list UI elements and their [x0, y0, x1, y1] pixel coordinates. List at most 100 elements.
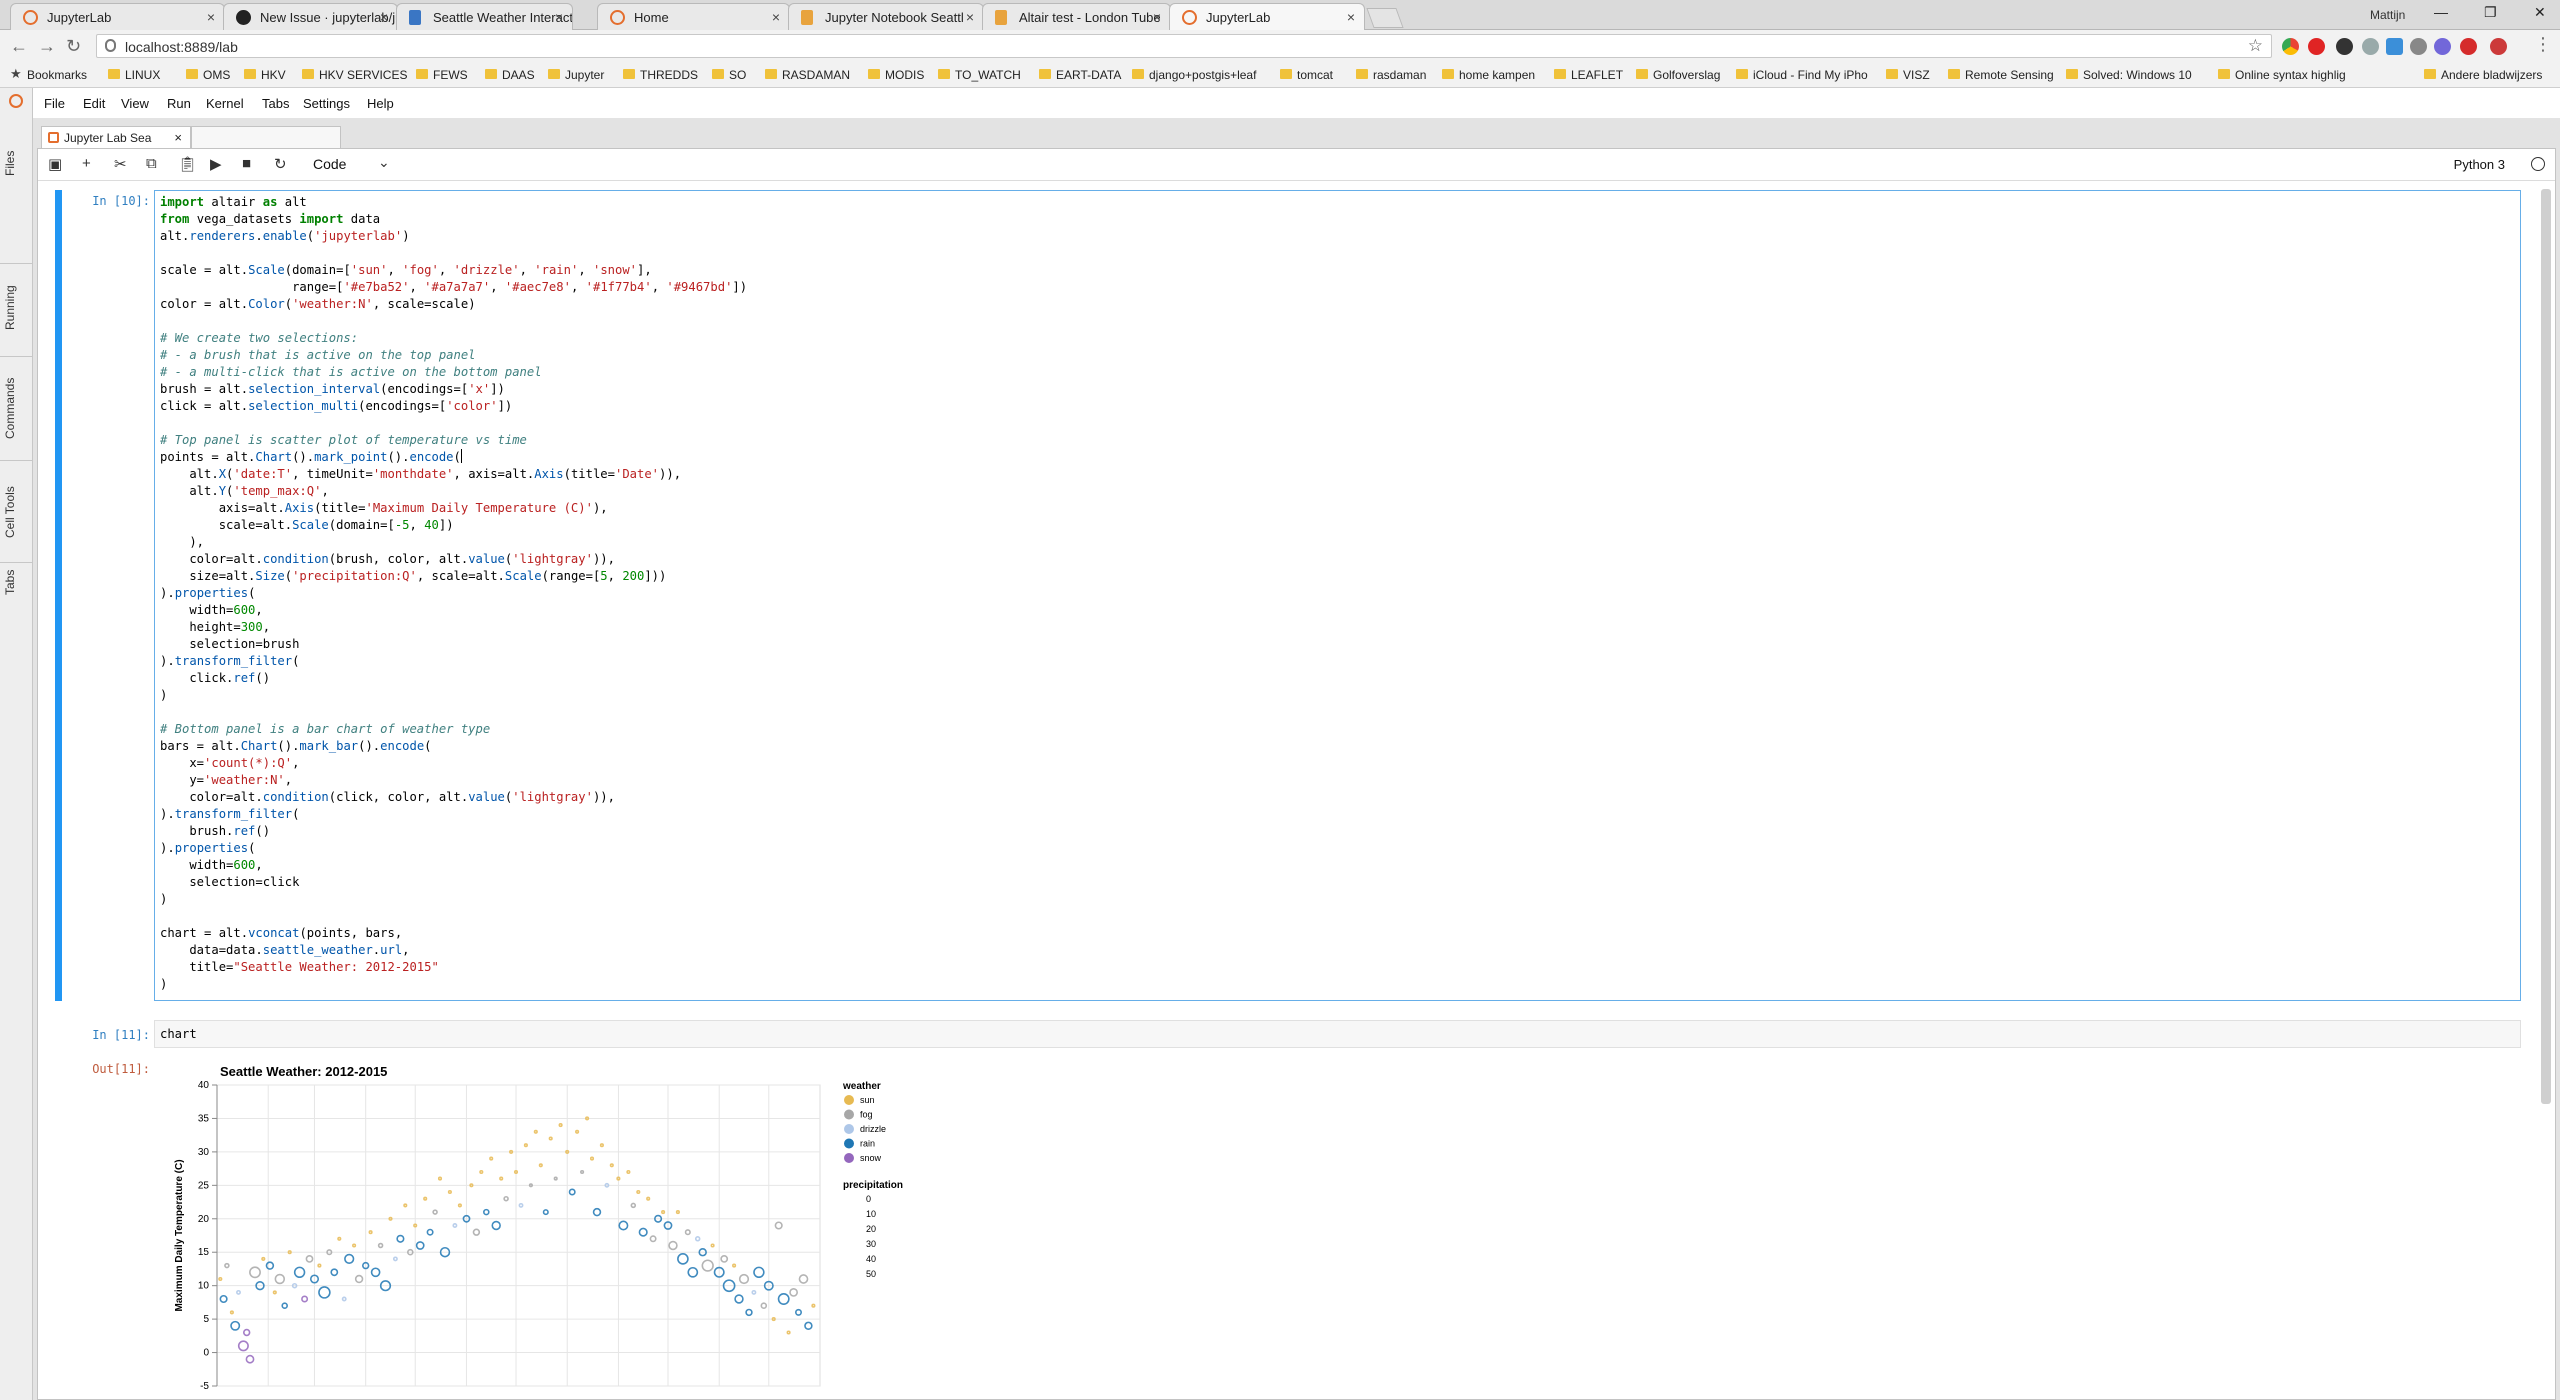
chart-point[interactable] [677, 1253, 689, 1265]
chart-point[interactable] [661, 1210, 666, 1215]
chart-point[interactable] [533, 1129, 538, 1134]
chart-point[interactable] [734, 1294, 744, 1304]
chart-point[interactable] [293, 1266, 306, 1279]
chart-point[interactable] [745, 1308, 753, 1317]
chart-point[interactable] [261, 1256, 266, 1261]
bookmark-item[interactable]: Golfoverslag [1636, 68, 1720, 82]
chart-point[interactable] [523, 1143, 528, 1148]
chart-point[interactable] [489, 1156, 494, 1161]
bookmark-item[interactable]: OMS [186, 68, 230, 82]
bookmark-item[interactable]: SO [712, 68, 746, 82]
scrollbar-thumb[interactable] [2541, 189, 2551, 1104]
chart-point[interactable] [317, 1263, 322, 1268]
bookmark-item[interactable]: rasdaman [1356, 68, 1426, 82]
scrollbar[interactable] [2539, 189, 2553, 1389]
close-window-icon[interactable]: ✕ [2534, 4, 2546, 21]
cell-type-select[interactable]: Code [313, 156, 346, 172]
chart-point[interactable] [491, 1220, 501, 1231]
chart-point[interactable] [403, 1203, 408, 1208]
chart-point[interactable] [265, 1261, 275, 1270]
chart-point[interactable] [218, 1276, 223, 1282]
kernel-name[interactable]: Python 3 [2454, 157, 2505, 172]
chart-point[interactable] [789, 1288, 798, 1297]
bookmark-item[interactable]: Jupyter [548, 68, 604, 82]
chart-legend[interactable]: weather sun fog drizzle rain snow precipitat… [842, 1081, 903, 1279]
bookmark-item[interactable]: django+postgis+leaf [1132, 68, 1256, 82]
chart-point[interactable] [630, 1202, 637, 1209]
chart-point[interactable] [684, 1229, 691, 1236]
chart-point[interactable] [224, 1262, 230, 1269]
sidebar-tab-running[interactable]: Running [3, 268, 29, 348]
menu-icon[interactable]: ⋮ [2534, 34, 2552, 55]
bookmark-item[interactable]: home kampen [1442, 68, 1535, 82]
minimize-icon[interactable]: — [2434, 4, 2448, 20]
bookmark-item[interactable]: HKV SERVICES [302, 68, 407, 82]
chart-point[interactable] [592, 1207, 602, 1217]
chart-point[interactable] [396, 1234, 405, 1243]
profile-name[interactable]: Mattijn [2370, 8, 2405, 22]
chart-point[interactable] [305, 1255, 314, 1263]
bookmark-star-icon[interactable]: ☆ [2248, 36, 2263, 56]
bookmark-item[interactable]: Solved: Windows 10 [2066, 68, 2192, 82]
extension-icon[interactable] [2434, 38, 2451, 55]
bookmark-item[interactable]: iCloud - Find My iPho [1736, 68, 1868, 82]
chart-point[interactable] [242, 1328, 251, 1337]
extension-new-icon[interactable] [2336, 38, 2353, 55]
chart-point[interactable] [795, 1308, 802, 1316]
chart-point[interactable] [415, 1241, 425, 1250]
chart-point[interactable] [368, 1230, 373, 1235]
restart-icon[interactable]: ↻ [274, 155, 287, 173]
chart-points[interactable] [218, 1116, 816, 1364]
chart-point[interactable] [392, 1256, 398, 1262]
chart-point[interactable] [710, 1243, 715, 1248]
chart-point[interactable] [553, 1176, 558, 1181]
close-icon[interactable]: × [966, 9, 974, 25]
extension-icon[interactable] [2460, 38, 2477, 55]
menu-tabs[interactable]: Tabs [262, 96, 289, 111]
chart-point[interactable] [538, 1163, 543, 1168]
chart-point[interactable] [230, 1320, 241, 1331]
chart-point[interactable] [354, 1274, 364, 1284]
chart-point[interactable] [599, 1143, 604, 1148]
stop-icon[interactable]: ■ [242, 155, 251, 172]
bookmark-item[interactable]: Remote Sensing [1948, 68, 2054, 82]
sidebar-tab-cell-tools[interactable]: Cell Tools [3, 464, 29, 560]
chart-point[interactable] [558, 1123, 563, 1128]
scatter-chart[interactable]: Seattle Weather: 2012-2015 -5 0 5 10 15 20 25 3… [160, 1058, 1060, 1400]
menu-help[interactable]: Help [367, 96, 394, 111]
chart-point[interactable] [646, 1196, 651, 1201]
bookmark-item[interactable]: RASDAMAN [765, 68, 850, 82]
sidebar-tab-files[interactable]: Files [3, 128, 29, 198]
chart-point[interactable] [618, 1220, 629, 1231]
menu-view[interactable]: View [121, 96, 149, 111]
close-icon[interactable]: × [772, 9, 780, 25]
code-editor[interactable]: import altair as alt from vega_datasets … [154, 190, 2521, 1001]
reload-icon[interactable]: ↻ [66, 36, 81, 57]
code-editor[interactable]: chart [154, 1020, 2521, 1048]
chart-point[interactable] [675, 1210, 680, 1215]
chart-point[interactable] [811, 1303, 816, 1308]
notebook-tab[interactable]: Jupyter Lab Sea × [41, 126, 191, 148]
chart-point[interactable] [720, 1255, 729, 1263]
paste-icon[interactable]: 📋︎ [178, 155, 197, 173]
close-icon[interactable]: × [1153, 9, 1161, 25]
chart-point[interactable] [344, 1253, 355, 1265]
chart-point[interactable] [701, 1259, 714, 1272]
chart-point[interactable] [760, 1302, 768, 1309]
chart-point[interactable] [636, 1189, 641, 1195]
new-tab-button[interactable] [1366, 8, 1404, 28]
bookmark-item[interactable]: DAAS [485, 68, 535, 82]
cut-icon[interactable]: ✂ [114, 155, 127, 173]
insert-cell-icon[interactable]: + [82, 155, 91, 172]
info-icon[interactable] [105, 39, 116, 52]
menu-file[interactable]: File [44, 96, 65, 111]
chart-point[interactable] [337, 1236, 342, 1241]
close-icon[interactable]: × [207, 9, 215, 25]
back-icon[interactable]: ← [10, 36, 28, 57]
chart-point[interactable] [575, 1129, 580, 1134]
chart-point[interactable] [580, 1169, 585, 1175]
chart-point[interactable] [229, 1310, 234, 1315]
chart-point[interactable] [753, 1266, 765, 1279]
chart-point[interactable] [687, 1266, 699, 1278]
bookmark-item[interactable]: Online syntax highlig [2218, 68, 2346, 82]
